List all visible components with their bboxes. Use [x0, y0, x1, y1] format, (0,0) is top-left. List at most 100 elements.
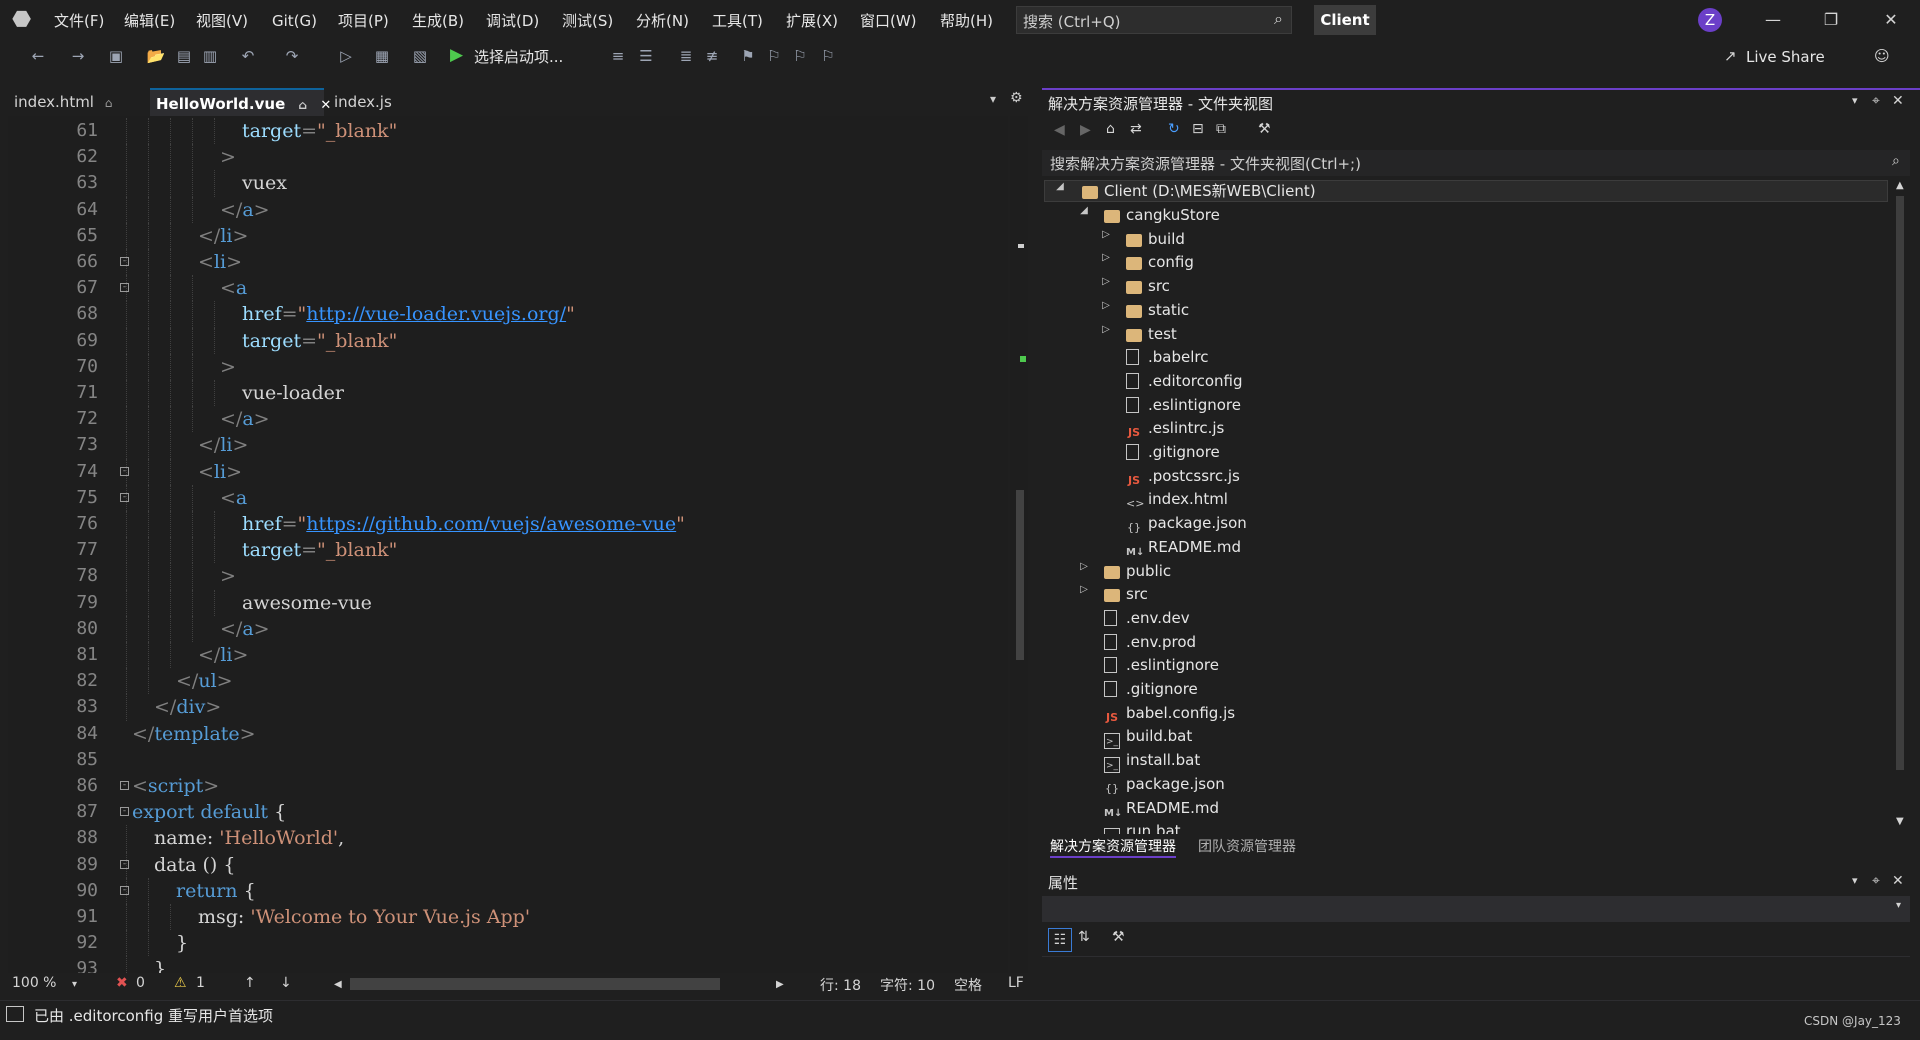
outdent-icon[interactable]: ≢ — [702, 46, 722, 66]
tree-folder[interactable]: static — [1126, 299, 1189, 321]
code-line[interactable]: </li> — [198, 432, 248, 458]
panel-dropdown-icon[interactable]: ▾ — [1852, 874, 1858, 887]
pin-icon[interactable]: ⌖ — [1872, 873, 1880, 889]
tree-file[interactable]: JS .eslintrc.js — [1126, 417, 1224, 439]
back-icon[interactable]: ← — [28, 46, 48, 66]
tree-file[interactable]: .eslintignore — [1126, 394, 1241, 416]
menu-item[interactable]: 调试(D) — [486, 10, 539, 32]
expand-arrow-icon[interactable]: ◢ — [1054, 181, 1066, 192]
code-line[interactable]: <li> — [198, 459, 242, 485]
tree-file[interactable]: M↓ README.md — [1104, 797, 1219, 819]
code-line[interactable]: </ul> — [176, 668, 233, 694]
feedback-icon[interactable]: ☺ — [1874, 47, 1890, 65]
code-line[interactable]: </a> — [220, 616, 270, 642]
fold-toggle-icon[interactable]: - — [120, 859, 129, 869]
tree-file[interactable]: >_ build.bat — [1104, 725, 1192, 750]
run-icon[interactable]: ▶ — [450, 45, 468, 65]
tree-file[interactable]: .editorconfig — [1126, 370, 1242, 392]
tab-index-html[interactable]: index.html ⌂ — [8, 88, 148, 116]
menu-item[interactable]: 视图(V) — [196, 10, 248, 32]
scroll-down-icon[interactable]: ▼ — [1896, 816, 1904, 827]
menu-item[interactable]: 工具(T) — [712, 10, 763, 32]
search-input[interactable]: 搜索 (Ctrl+Q) ⌕ — [1016, 6, 1292, 34]
switch-views-icon[interactable]: ⇄ — [1130, 121, 1142, 137]
zoom-dropdown-icon[interactable]: ▾ — [72, 979, 77, 990]
scroll-left-icon[interactable]: ◀ — [334, 979, 342, 990]
menu-item[interactable]: 窗口(W) — [860, 10, 917, 32]
open-folder-icon[interactable]: 📂 — [146, 46, 166, 66]
tab-index-js[interactable]: index.js — [328, 88, 440, 116]
search-icon[interactable]: ⌕ — [1892, 153, 1900, 169]
indent-icon[interactable]: ≣ — [676, 46, 696, 66]
properties-object-selector[interactable] — [1042, 896, 1910, 922]
line-indicator[interactable]: 行: 18 — [820, 975, 861, 995]
tab-team-explorer[interactable]: 团队资源管理器 — [1198, 836, 1296, 856]
fold-toggle-icon[interactable]: - — [120, 283, 129, 293]
tab-helloworld-vue[interactable]: HelloWorld.vue ⌂ ✕ — [150, 88, 331, 116]
warning-count[interactable]: 1 — [196, 975, 205, 991]
code-line[interactable]: target="_blank" — [242, 118, 397, 144]
properties-wrench-icon[interactable]: ⚒ — [1258, 121, 1271, 137]
tree-file[interactable]: .babelrc — [1126, 346, 1208, 368]
live-share-button[interactable]: Live Share — [1746, 48, 1825, 66]
solution-search-input[interactable]: 搜索解决方案资源管理器 - 文件夹视图(Ctrl+;) — [1042, 150, 1910, 176]
scroll-up-icon[interactable]: ▲ — [1896, 180, 1904, 191]
collapsed-arrow-icon[interactable]: ▷ — [1100, 300, 1112, 311]
save-icon[interactable]: ▤ — [174, 46, 194, 66]
solution-scroll-thumb[interactable] — [1896, 196, 1904, 770]
code-line[interactable]: } — [176, 930, 188, 956]
clear-bookmarks-icon[interactable]: ⚐ — [818, 46, 838, 66]
collapse-all-icon[interactable]: ⊟ — [1192, 121, 1204, 137]
menu-item[interactable]: 帮助(H) — [940, 10, 993, 32]
prev-bookmark-icon[interactable]: ⚐ — [764, 46, 784, 66]
horizontal-scroll-thumb[interactable] — [350, 978, 720, 990]
tree-file[interactable]: >_ install.bat — [1104, 749, 1200, 774]
error-count[interactable]: 0 — [136, 975, 145, 991]
property-pages-icon[interactable]: ⚒ — [1112, 929, 1125, 945]
code-line[interactable]: > — [220, 354, 236, 380]
code-line[interactable]: <a — [220, 275, 247, 301]
code-line[interactable]: </template> — [132, 721, 256, 747]
settings-icon[interactable]: ⚙ — [1010, 90, 1023, 106]
tree-folder[interactable]: src — [1126, 275, 1170, 297]
tree-file[interactable]: .eslintignore — [1104, 654, 1219, 676]
expand-arrow-icon[interactable]: ◢ — [1078, 205, 1090, 216]
code-line[interactable]: </div> — [154, 694, 221, 720]
save-all-icon[interactable]: ▥ — [200, 46, 220, 66]
code-editor[interactable]: 61 target="_blank" 62 >63 vuex 64 </a> 65 </li> 6… — [8, 116, 1008, 973]
code-line[interactable]: <script> — [132, 773, 219, 799]
categorized-icon[interactable]: ☷ — [1048, 928, 1072, 952]
menu-item[interactable]: 文件(F) — [54, 10, 104, 32]
redo-icon[interactable]: ↷ — [282, 46, 302, 66]
zoom-level[interactable]: 100 % — [12, 975, 56, 991]
forward-icon[interactable]: → — [68, 46, 88, 66]
scroll-right-icon[interactable]: ▶ — [776, 979, 784, 990]
tab-solution-explorer[interactable]: 解决方案资源管理器 — [1050, 836, 1176, 858]
fold-toggle-icon[interactable]: - — [120, 492, 129, 502]
startup-item-dropdown[interactable]: 选择启动项... — [474, 46, 563, 67]
tree-file[interactable]: M↓ README.md — [1126, 536, 1241, 558]
tree-folder[interactable]: cangkuStore — [1104, 204, 1220, 226]
editor-scroll-thumb[interactable] — [1016, 490, 1024, 660]
collapsed-arrow-icon[interactable]: ▷ — [1100, 324, 1112, 335]
code-line[interactable]: > — [220, 563, 236, 589]
close-panel-icon[interactable]: ✕ — [1892, 873, 1904, 889]
menu-item[interactable]: 项目(P) — [338, 10, 389, 32]
forward-icon[interactable]: ▶ — [1080, 122, 1091, 138]
tree-file[interactable]: JS .postcssrc.js — [1126, 465, 1240, 487]
show-all-files-icon[interactable]: ⧉ — [1216, 121, 1226, 137]
code-line[interactable]: export default { — [132, 799, 286, 825]
code-line[interactable]: <a — [220, 485, 247, 511]
undo-icon[interactable]: ↶ — [238, 46, 258, 66]
minimize-icon[interactable]: — — [1758, 8, 1788, 32]
home-icon[interactable]: ⌂ — [1106, 121, 1115, 137]
next-issue-icon[interactable]: ↓ — [280, 975, 292, 991]
menu-item[interactable]: 编辑(E) — [124, 10, 175, 32]
code-line[interactable]: </a> — [220, 197, 270, 223]
eol-indicator[interactable]: LF — [1008, 975, 1024, 991]
code-link[interactable]: http://vue-loader.vuejs.org/ — [306, 303, 566, 325]
tree-folder[interactable]: build — [1126, 228, 1185, 250]
collapsed-arrow-icon[interactable]: ▷ — [1078, 561, 1090, 572]
code-line[interactable]: </a> — [220, 406, 270, 432]
tree-folder[interactable]: test — [1126, 323, 1177, 345]
